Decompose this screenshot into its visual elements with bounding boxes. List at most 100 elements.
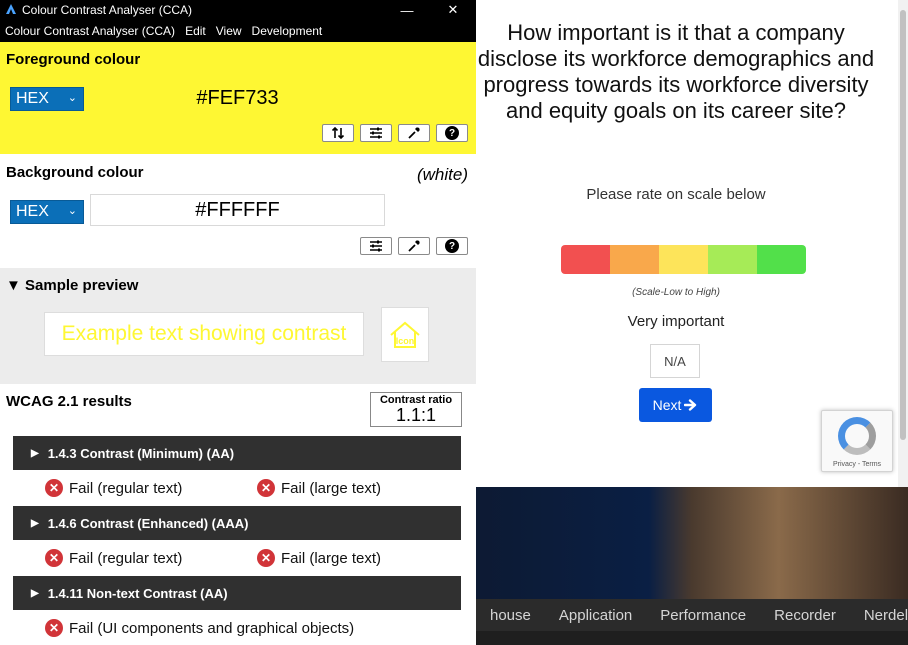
close-button[interactable]: ✕ xyxy=(430,0,476,20)
sample-preview-panel: ▼ Sample preview Example text showing co… xyxy=(0,268,476,384)
contrast-ratio-box: Contrast ratio 1.1:1 xyxy=(370,392,462,427)
background-format-value: HEX xyxy=(16,203,49,220)
help-icon: ? xyxy=(445,126,459,140)
devtools-tab[interactable]: house xyxy=(476,607,545,624)
selected-rating-label: Very important xyxy=(627,313,725,330)
rating-scale-option-5[interactable] xyxy=(757,245,806,274)
arrow-right-icon xyxy=(684,399,697,411)
sample-preview-toggle[interactable]: ▼ Sample preview xyxy=(6,277,138,294)
result-text: Fail (large text) xyxy=(281,549,382,567)
foreground-sliders-button[interactable] xyxy=(360,124,392,142)
menu-bar: Colour Contrast Analyser (CCA) Edit View… xyxy=(0,20,476,42)
background-title: Background colour xyxy=(6,164,144,181)
wcag-results-panel: WCAG 2.1 results Contrast ratio 1.1:1 ▶ … xyxy=(0,384,476,645)
background-panel: Background colour (white) HEX ⌄ #FFFFFF … xyxy=(0,154,476,268)
chevron-down-icon: ⌄ xyxy=(67,205,77,217)
title-bar[interactable]: Colour Contrast Analyser (CCA) — ✕ xyxy=(0,0,476,20)
devtools-panel xyxy=(476,631,908,645)
criterion-1-4-11-toggle[interactable]: ▶ 1.4.11 Non-text Contrast (AA) xyxy=(13,576,461,610)
scale-caption: (Scale-Low to High) xyxy=(632,287,720,298)
next-button-label: Next xyxy=(652,397,682,413)
recaptcha-terms[interactable]: Privacy - Terms xyxy=(822,461,892,468)
result-1-4-6-regular: ✕ Fail (regular text) xyxy=(45,549,182,567)
fail-icon: ✕ xyxy=(45,479,63,497)
eyedropper-icon xyxy=(408,127,420,139)
foreground-eyedropper-button[interactable] xyxy=(398,124,430,142)
result-text: Fail (regular text) xyxy=(69,549,183,567)
swap-icon xyxy=(331,127,345,139)
survey-question: How important is it that a company discl… xyxy=(477,20,875,123)
background-help-button[interactable]: ? xyxy=(436,237,468,255)
background-colour-name: (white) xyxy=(416,165,468,184)
sliders-icon xyxy=(370,240,382,252)
swap-colours-button[interactable] xyxy=(322,124,354,142)
result-text: Fail (large text) xyxy=(281,479,382,497)
result-1-4-11-ui: ✕ Fail (UI components and graphical obje… xyxy=(45,619,354,637)
recaptcha-badge[interactable]: Privacy - Terms xyxy=(821,410,893,472)
sample-icon-label: Icon xyxy=(396,336,415,346)
page-scrollbar-thumb[interactable] xyxy=(900,10,906,440)
foreground-help-button[interactable]: ? xyxy=(436,124,468,142)
devtools-tab[interactable]: Nerdel xyxy=(850,607,908,624)
background-format-select[interactable]: HEX ⌄ xyxy=(10,200,84,224)
window-title: Colour Contrast Analyser (CCA) xyxy=(22,3,193,17)
rating-scale-option-4[interactable] xyxy=(708,245,757,274)
survey-webpage: How important is it that a company discl… xyxy=(476,0,908,487)
sample-preview-title: Sample preview xyxy=(25,277,139,294)
devtools-tab-bar: house Application Performance Recorder N… xyxy=(476,599,908,631)
minimize-button[interactable]: — xyxy=(384,0,430,20)
result-1-4-3-regular: ✕ Fail (regular text) xyxy=(45,479,182,497)
eyedropper-icon xyxy=(408,240,420,252)
page-scrollbar[interactable] xyxy=(898,0,908,487)
rating-scale-option-1[interactable] xyxy=(561,245,610,274)
contrast-ratio-value: 1.1:1 xyxy=(395,405,437,425)
menu-app[interactable]: Colour Contrast Analyser (CCA) xyxy=(0,24,180,38)
sample-icon-preview: Icon xyxy=(381,307,429,362)
foreground-title: Foreground colour xyxy=(6,51,141,68)
menu-edit[interactable]: Edit xyxy=(180,24,211,38)
rating-scale-option-3[interactable] xyxy=(659,245,708,274)
criterion-label: 1.4.3 Contrast (Minimum) (AA) xyxy=(47,445,235,461)
sample-house-icon: Icon xyxy=(390,321,420,348)
result-text: Fail (UI components and graphical object… xyxy=(69,619,355,637)
cca-window: Colour Contrast Analyser (CCA) — ✕ Colou… xyxy=(0,0,476,645)
sliders-icon xyxy=(370,127,382,139)
next-button[interactable]: Next xyxy=(639,388,712,422)
help-icon: ? xyxy=(445,239,459,253)
menu-view[interactable]: View xyxy=(211,24,247,38)
background-image-strip xyxy=(476,487,908,599)
foreground-panel: Foreground colour HEX ⌄ #FEF733 ? xyxy=(0,42,476,154)
na-button[interactable]: N/A xyxy=(650,344,700,378)
criterion-label: 1.4.6 Contrast (Enhanced) (AAA) xyxy=(47,515,249,531)
menu-development[interactable]: Development xyxy=(247,24,328,38)
background-eyedropper-button[interactable] xyxy=(398,237,430,255)
rating-scale[interactable] xyxy=(561,245,806,274)
result-text: Fail (regular text) xyxy=(69,479,183,497)
background-hex-input[interactable]: #FFFFFF xyxy=(90,194,385,226)
fail-icon: ✕ xyxy=(45,619,63,637)
fail-icon: ✕ xyxy=(257,479,275,497)
criterion-1-4-6-toggle[interactable]: ▶ 1.4.6 Contrast (Enhanced) (AAA) xyxy=(13,506,461,540)
rating-scale-option-2[interactable] xyxy=(610,245,659,274)
devtools-tab-recorder[interactable]: Recorder xyxy=(760,607,850,624)
foreground-format-select[interactable]: HEX ⌄ xyxy=(10,87,84,111)
background-sliders-button[interactable] xyxy=(360,237,392,255)
app-icon xyxy=(4,3,18,17)
result-1-4-6-large: ✕ Fail (large text) xyxy=(257,549,381,567)
foreground-format-value: HEX xyxy=(16,90,49,107)
expand-triangle-icon: ▶ xyxy=(31,587,39,599)
criterion-1-4-3-toggle[interactable]: ▶ 1.4.3 Contrast (Minimum) (AA) xyxy=(13,436,461,470)
collapse-triangle-icon: ▼ xyxy=(6,277,21,294)
rate-prompt: Please rate on scale below xyxy=(586,186,766,203)
expand-triangle-icon: ▶ xyxy=(31,517,39,529)
result-1-4-3-large: ✕ Fail (large text) xyxy=(257,479,381,497)
chevron-down-icon: ⌄ xyxy=(67,92,77,104)
results-title: WCAG 2.1 results xyxy=(6,393,132,410)
criterion-label: 1.4.11 Non-text Contrast (AA) xyxy=(47,585,228,601)
devtools-tab-application[interactable]: Application xyxy=(545,607,646,624)
devtools-tab-performance[interactable]: Performance xyxy=(646,607,760,624)
window-controls: — ✕ xyxy=(384,0,476,20)
fail-icon: ✕ xyxy=(45,549,63,567)
recaptcha-icon xyxy=(838,417,876,455)
foreground-hex-input[interactable]: #FEF733 xyxy=(90,82,385,114)
